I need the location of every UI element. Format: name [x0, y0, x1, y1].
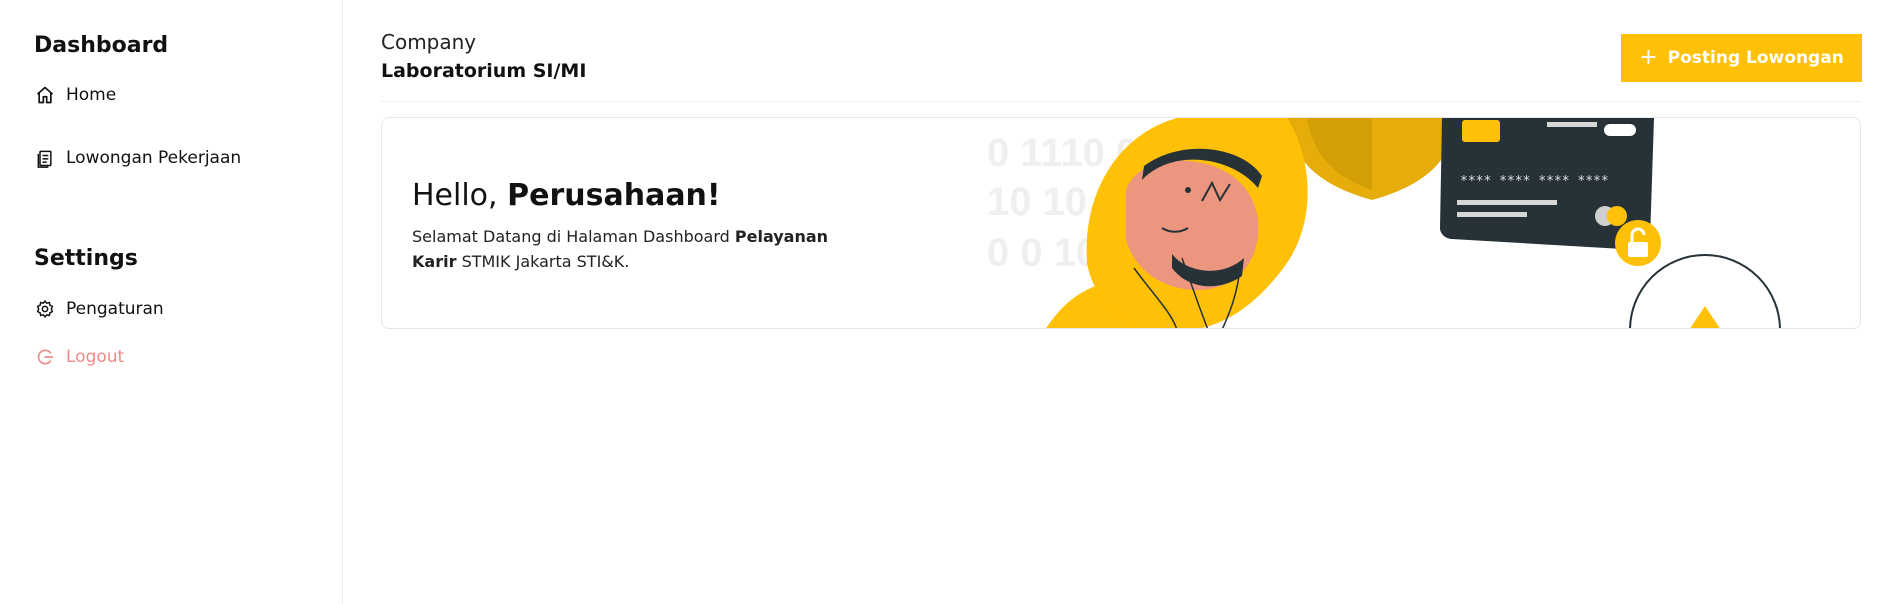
welcome-text-part1: Selamat Datang di Halaman Dashboard: [412, 227, 730, 246]
shield-icon: [1287, 118, 1457, 200]
logout-icon: [34, 346, 56, 368]
page-header: Company Laboratorium SI/MI: [381, 30, 586, 82]
welcome-text-part2: STMIK Jakarta STI&K.: [461, 252, 630, 271]
sidebar-item-label: Home: [66, 85, 117, 105]
greeting-prefix: Hello,: [412, 178, 498, 213]
sidebar-item-label: Logout: [66, 347, 125, 367]
sidebar-item-jobs[interactable]: Lowongan Pekerjaan: [34, 147, 241, 169]
page-subtitle: Company: [381, 30, 477, 54]
sidebar-item-label: Lowongan Pekerjaan: [66, 148, 242, 168]
sidebar: Dashboard Home Lowongan Pekerjaan Settin…: [0, 0, 343, 604]
sidebar-item-settings[interactable]: Pengaturan: [34, 298, 164, 320]
binary-digits-top: 0 1110 0: [987, 118, 1138, 125]
sidebar-item-logout[interactable]: Logout: [34, 346, 124, 368]
card-number-mask: **** **** **** ****: [1460, 174, 1609, 189]
welcome-text: Selamat Datang di Halaman Dashboard Pela…: [412, 224, 872, 274]
header-divider: [381, 101, 1861, 102]
clipboard-icon: [34, 147, 56, 169]
greeting-name: Perusahaan!: [507, 178, 721, 213]
home-icon: [34, 84, 56, 106]
warning-badge: [1629, 254, 1781, 328]
post-job-button[interactable]: + Posting Lowongan: [1621, 34, 1862, 82]
sidebar-item-home[interactable]: Home: [34, 84, 116, 106]
sidebar-section-dashboard: Dashboard: [34, 33, 169, 58]
welcome-card: 0 1110 0 0 1110 0 10 10 0 0 0 10 0 **** …: [381, 117, 1861, 329]
gear-icon: [34, 298, 56, 320]
post-job-button-label: Posting Lowongan: [1667, 48, 1844, 68]
lock-icon: [1615, 220, 1661, 266]
greeting-heading: Hello, Perusahaan!: [412, 178, 721, 213]
sidebar-item-label: Pengaturan: [66, 299, 164, 319]
company-name: Laboratorium SI/MI: [381, 60, 587, 82]
plus-icon: +: [1639, 45, 1658, 70]
sidebar-section-settings: Settings: [34, 246, 138, 271]
